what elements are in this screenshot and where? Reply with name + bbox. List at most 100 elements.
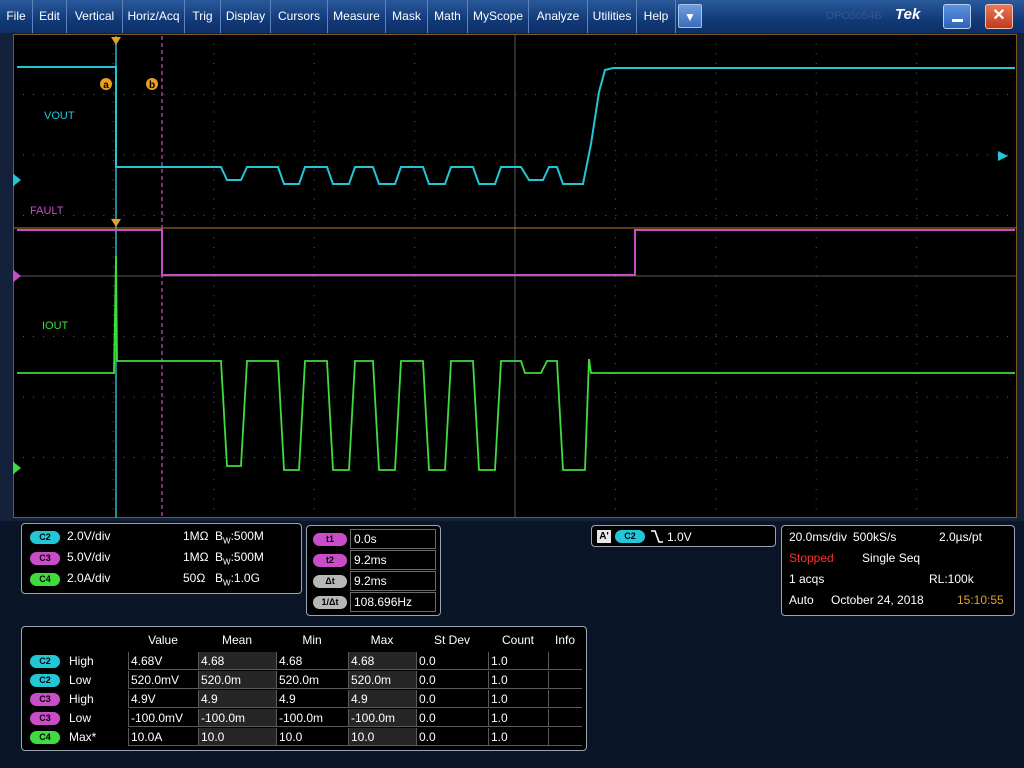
measurement-cell-info: [548, 652, 582, 670]
measurement-cell-max: 520.0m: [348, 671, 416, 689]
menu-edit[interactable]: Edit: [33, 0, 67, 33]
measurement-cell-value: 520.0mV: [128, 671, 198, 689]
acquisition-date: October 24, 2018: [831, 593, 924, 607]
measurement-cell-max: 4.9: [348, 690, 416, 708]
measurement-cell-mean: 4.9: [198, 690, 276, 708]
menu-horiz-acq[interactable]: Horiz/Acq: [123, 0, 185, 33]
trigger-level: 1.0V: [667, 530, 692, 544]
column-header: Max: [370, 633, 394, 647]
sample-rate: 500kS/s: [853, 530, 897, 544]
measurement-name: High: [69, 692, 94, 706]
measurement-cell-value: 10.0A: [128, 728, 198, 746]
measurement-cell-min: 4.9: [276, 690, 348, 708]
cursor-t1-value: 0.0s: [350, 529, 436, 549]
trigger-mode-badge: A': [597, 530, 611, 543]
measurement-cell-mean: -100.0m: [198, 709, 276, 727]
ch4-impedance: 50Ω: [183, 571, 206, 585]
minimize-icon[interactable]: [943, 4, 971, 29]
menu-utilities[interactable]: Utilities: [588, 0, 637, 33]
cursor-a-label: a: [103, 80, 109, 91]
cursor-t2-badge: t2: [313, 554, 347, 567]
chevron-down-icon[interactable]: ▼: [678, 4, 702, 28]
measurement-cell-count: 1.0: [488, 652, 548, 670]
cursor-t2-value: 9.2ms: [350, 550, 436, 570]
record-length: RL:100k: [929, 572, 974, 586]
acquisition-count: 1 acqs: [789, 572, 825, 586]
measurement-cell-count: 1.0: [488, 728, 548, 746]
measurement-source-badge: C4: [30, 731, 60, 744]
measurement-cell-min: 10.0: [276, 728, 348, 746]
measurement-cell-value: 4.9V: [128, 690, 198, 708]
menu-analyze[interactable]: Analyze: [529, 0, 588, 33]
measurement-name: Low: [69, 673, 92, 687]
ch4-badge[interactable]: C4: [30, 573, 60, 586]
sequence-mode: Single Seq: [862, 551, 921, 565]
ch3-scale[interactable]: 5.0V/div: [67, 550, 110, 564]
cursor-frequency-value: 108.696Hz: [350, 592, 436, 612]
measurement-cell-mean: 10.0: [198, 728, 276, 746]
measurement-cell-info: [548, 728, 582, 746]
measurement-cell-stdev: 0.0: [416, 690, 488, 708]
menu-trig[interactable]: Trig: [185, 0, 221, 33]
measurement-source-badge: C3: [30, 693, 60, 706]
column-header: Count: [501, 633, 535, 647]
measurement-cell-info: [548, 690, 582, 708]
ch2-scale[interactable]: 2.0V/div: [67, 529, 110, 543]
menu-vertical[interactable]: Vertical: [67, 0, 123, 33]
measurement-cell-mean: 4.68: [198, 652, 276, 670]
model-watermark: DPO5054B: [826, 10, 882, 22]
ch3-bandwidth: BW:500M: [215, 550, 264, 567]
ch2-badge[interactable]: C2: [30, 531, 60, 544]
measurement-cell-info: [548, 709, 582, 727]
column-header: Info: [554, 633, 575, 647]
measurement-source-badge: C2: [30, 655, 60, 668]
menu-cursors[interactable]: Cursors: [271, 0, 328, 33]
menu-mask[interactable]: Mask: [386, 0, 428, 33]
menu-help[interactable]: Help: [637, 0, 676, 33]
measurement-cell-max: -100.0m: [348, 709, 416, 727]
measurement-name: High: [69, 654, 94, 668]
ch2-impedance: 1MΩ: [183, 529, 209, 543]
measurement-source-badge: C2: [30, 674, 60, 687]
measurement-cell-min: -100.0m: [276, 709, 348, 727]
trigger-mode: Auto: [789, 593, 814, 607]
menu-myscope[interactable]: MyScope: [468, 0, 529, 33]
menu-file[interactable]: File: [0, 0, 33, 33]
brand-logo: Tek: [895, 6, 921, 23]
column-header: Mean: [221, 633, 253, 647]
acquisition-time: 15:10:55: [957, 593, 1004, 607]
vout-label: VOUT: [44, 110, 75, 122]
ch3-badge[interactable]: C3: [30, 552, 60, 565]
ch3-impedance: 1MΩ: [183, 550, 209, 564]
falling-edge-icon: [651, 530, 663, 543]
cursor-t1-badge: t1: [313, 533, 347, 546]
iout-label: IOUT: [42, 320, 69, 332]
measurement-cell-count: 1.0: [488, 690, 548, 708]
measurement-cell-mean: 520.0m: [198, 671, 276, 689]
acquisition-status: Stopped: [789, 551, 834, 565]
measurement-cell-stdev: 0.0: [416, 671, 488, 689]
column-header: Min: [302, 633, 322, 647]
measurement-source-badge: C3: [30, 712, 60, 725]
measurement-cell-max: 4.68: [348, 652, 416, 670]
time-resolution: 2.0µs/pt: [939, 530, 982, 544]
column-header: Value: [148, 633, 178, 647]
measurement-cell-info: [548, 671, 582, 689]
measurement-cell-min: 520.0m: [276, 671, 348, 689]
menu-bar: File Edit Vertical Horiz/Acq Trig Displa…: [0, 0, 1024, 33]
measurement-cell-max: 10.0: [348, 728, 416, 746]
cursor-b-label: b: [149, 80, 155, 91]
measurement-cell-count: 1.0: [488, 709, 548, 727]
measurement-name: Max*: [69, 730, 97, 744]
ch4-scale[interactable]: 2.0A/div: [67, 571, 110, 585]
menu-measure[interactable]: Measure: [328, 0, 386, 33]
menu-display[interactable]: Display: [221, 0, 271, 33]
measurement-cell-count: 1.0: [488, 671, 548, 689]
waveform-graticule[interactable]: a b VOUT FAULT IOUT 2 3 4: [13, 34, 1017, 518]
trigger-source-badge: C2: [615, 530, 645, 543]
close-icon[interactable]: ✕: [985, 4, 1013, 29]
menu-math[interactable]: Math: [428, 0, 468, 33]
column-header: St Dev: [433, 633, 470, 647]
fault-label: FAULT: [30, 205, 64, 217]
measurement-cell-stdev: 0.0: [416, 709, 488, 727]
